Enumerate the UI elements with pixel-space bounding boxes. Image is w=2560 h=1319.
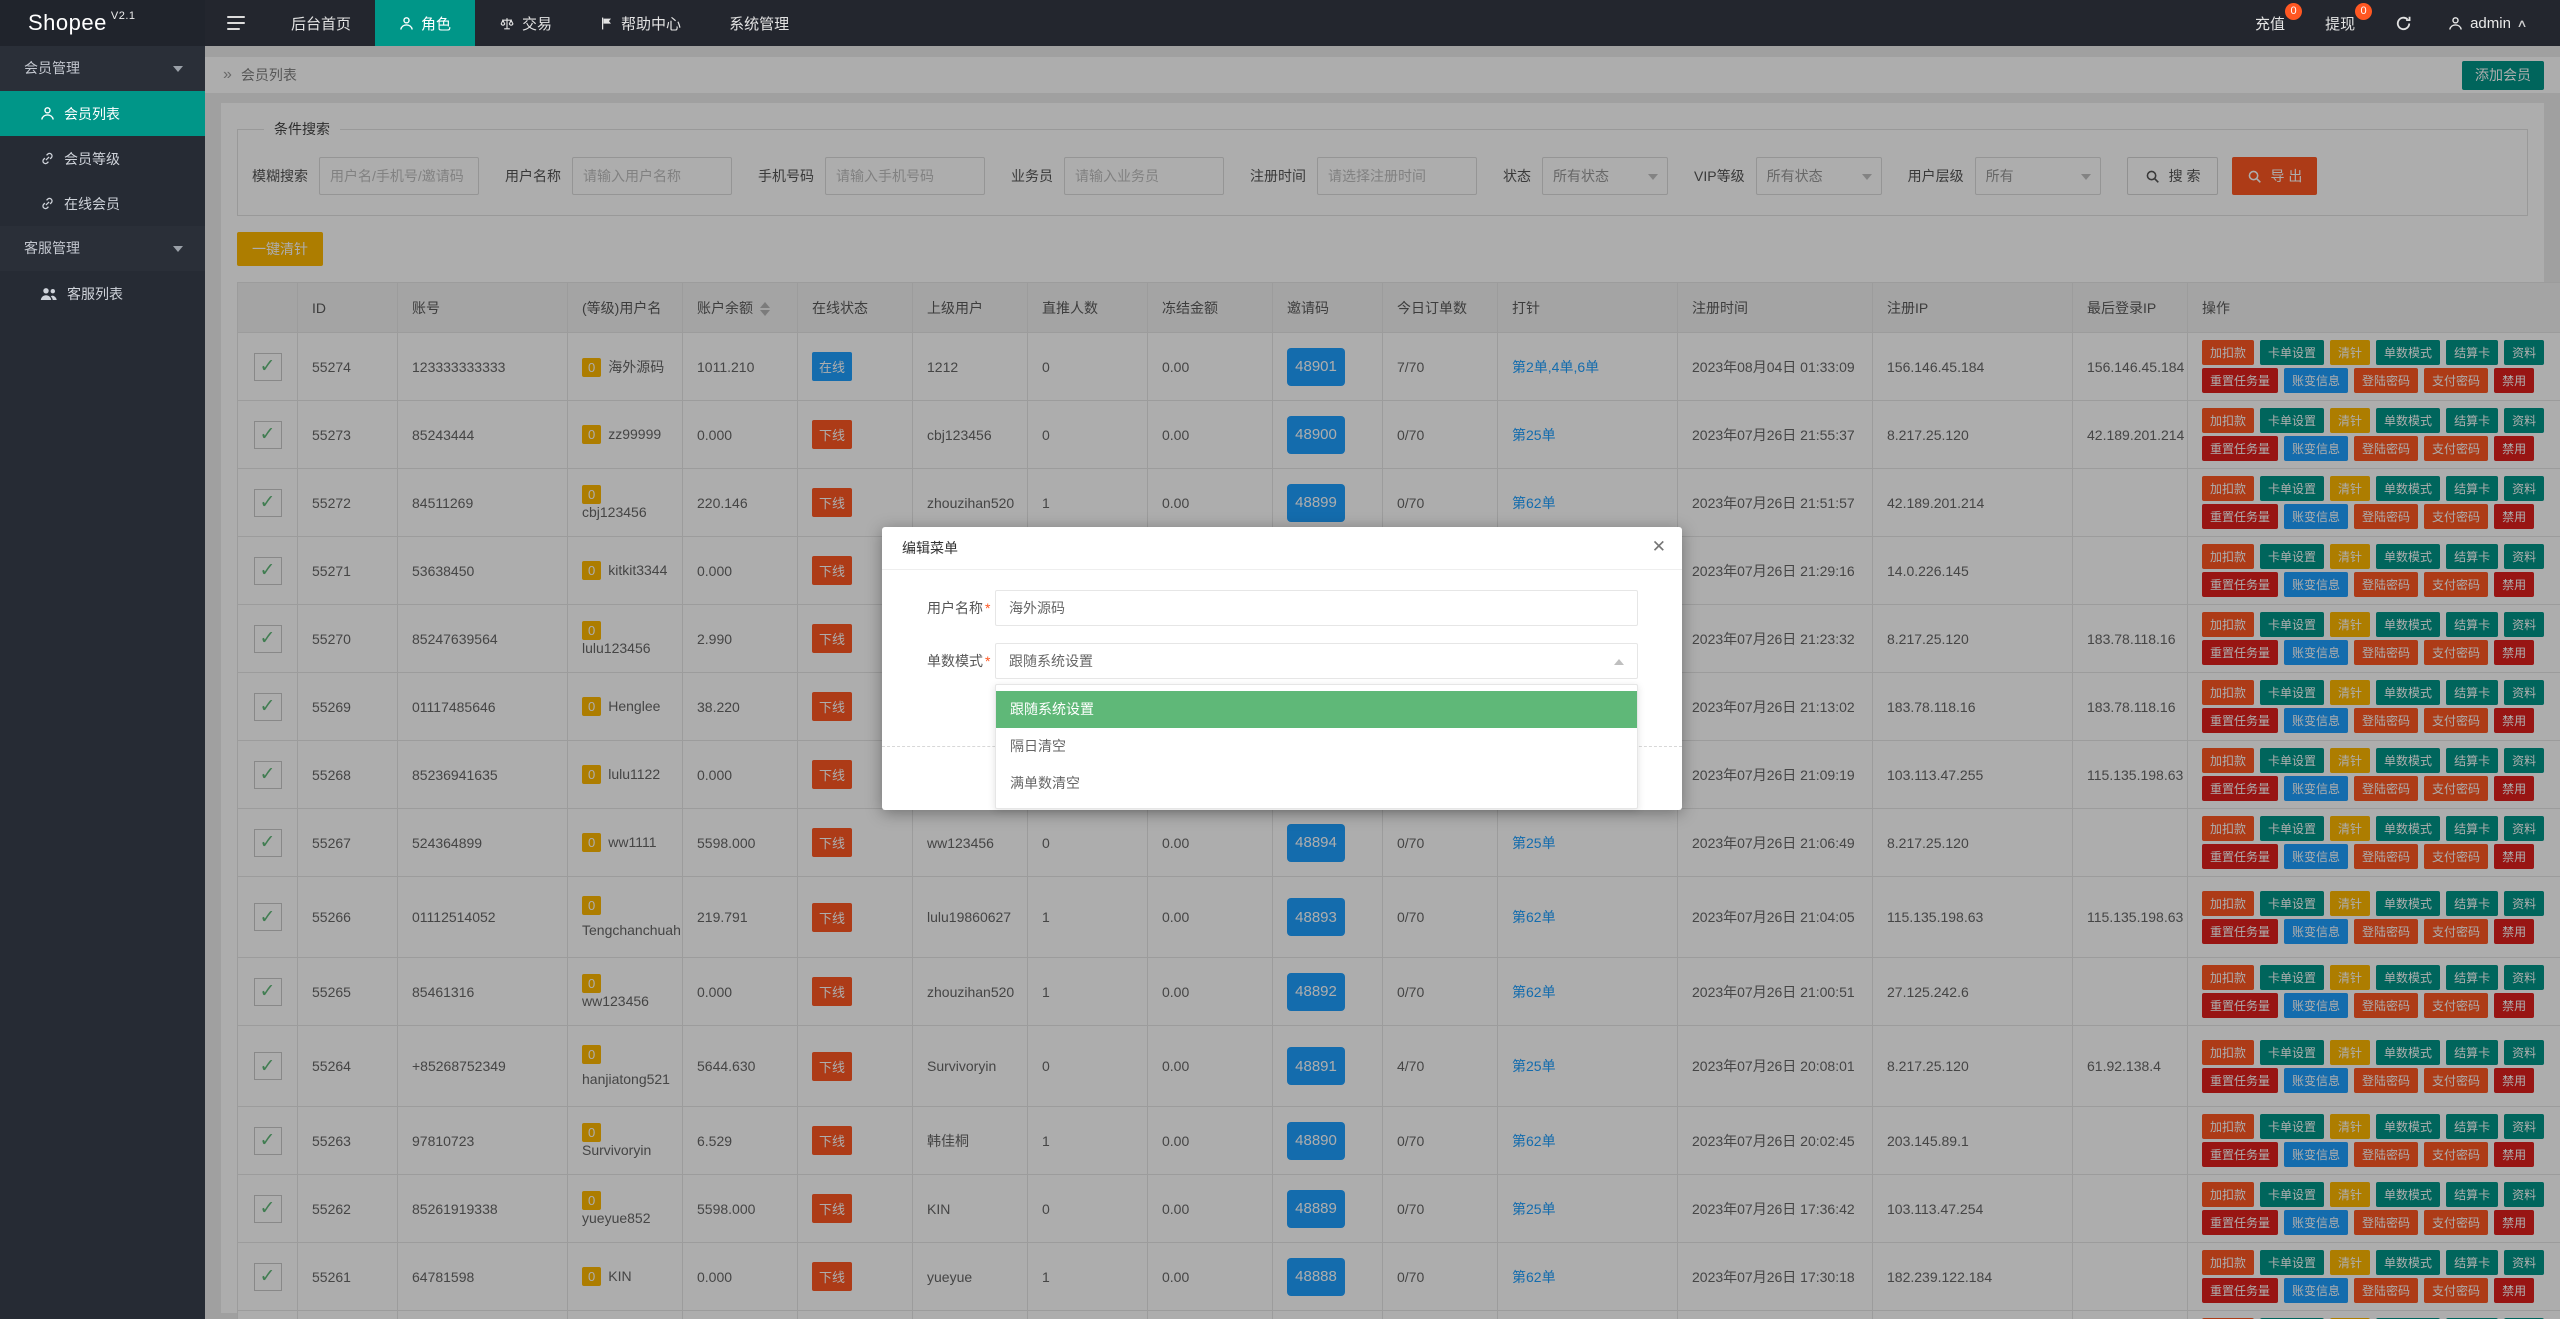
recharge-link[interactable]: 充值 0 [2255,2,2303,34]
required-asterisk: * [985,600,991,616]
username-field-label: 用户名称 * [927,600,991,616]
sidebar-item-label: 会员等级 [64,150,120,167]
refresh-icon[interactable] [2395,15,2412,32]
username-input[interactable] [995,590,1638,626]
close-icon[interactable]: ✕ [1652,537,1666,557]
order-mode-select[interactable]: 跟随系统设置 [995,643,1638,679]
sidebar-item-label: 会员列表 [64,105,120,122]
link-icon [40,196,55,211]
app-logo-text: Shopee [28,10,107,35]
flag-icon [600,16,614,31]
recharge-label: 充值 [2255,15,2286,33]
caret-up-icon: ∧ [2516,17,2528,30]
order-mode-dropdown: 跟随系统设置 隔日清空 满单数清空 [995,684,1638,809]
withdraw-link[interactable]: 提现 0 [2325,2,2373,34]
required-asterisk: * [985,653,991,669]
burger-icon [227,16,245,30]
app-version: V2.1 [110,10,136,22]
user-icon [2448,16,2463,31]
sidebar-item-member-level[interactable]: 会员等级 [0,136,205,181]
navbar-right: 充值 0 提现 0 admin ∧ [2255,0,2560,46]
sidebar-group-service-management[interactable]: 客服管理 [0,226,205,271]
link-icon [40,151,55,166]
order-mode-field-row: 单数模式 * 跟随系统设置 [927,643,1642,679]
sidebar-item-label: 客服列表 [67,285,123,302]
scales-icon [499,16,515,31]
app-logo: Shopee V2.1 [0,0,205,46]
person-icon [40,106,55,121]
dropdown-option[interactable]: 满单数清空 [996,765,1637,802]
dropdown-option[interactable]: 隔日清空 [996,728,1637,765]
nav-item-label: 后台首页 [291,15,352,33]
user-menu[interactable]: admin ∧ [2448,14,2528,32]
withdraw-label: 提现 [2325,15,2356,33]
nav-item-home[interactable]: 后台首页 [267,0,375,46]
person-icon [399,16,414,31]
sidebar-item-online-members[interactable]: 在线会员 [0,181,205,226]
nav-item-label: 帮助中心 [621,15,682,33]
sidebar-item-label: 在线会员 [64,195,120,212]
order-mode-field-label: 单数模式 * [927,653,991,669]
nav-item-label: 系统管理 [729,15,790,33]
sidebar-group-member-management[interactable]: 会员管理 [0,46,205,91]
refresh-icon [2395,15,2412,32]
recharge-badge: 0 [2285,2,2303,20]
nav-item-label: 交易 [522,15,553,33]
username-field-row: 用户名称 * [927,590,1642,626]
nav-item-role[interactable]: 角色 [375,0,476,46]
nav-item-help-center[interactable]: 帮助中心 [576,0,705,46]
main-nav: 后台首页 角色 交易 帮助中心 系统管理 [267,0,813,46]
withdraw-badge: 0 [2355,2,2373,20]
sidebar-item-service-list[interactable]: 客服列表 [0,271,205,316]
dropdown-option[interactable]: 跟随系统设置 [996,691,1637,728]
modal-title: 编辑菜单 [882,527,1682,570]
chevron-down-icon [173,66,183,72]
menu-toggle-icon[interactable] [205,0,267,46]
order-mode-selected-value: 跟随系统设置 [1009,653,1093,669]
nav-item-label: 角色 [421,15,452,33]
top-navbar: Shopee V2.1 后台首页 角色 交易 帮助中心 系统管理 充值 0 提现 0 ad… [0,0,2560,46]
sidebar-item-member-list[interactable]: 会员列表 [0,91,205,136]
nav-item-system[interactable]: 系统管理 [705,0,813,46]
people-icon [40,287,58,301]
user-name: admin [2470,14,2511,32]
nav-item-trade[interactable]: 交易 [475,0,576,46]
chevron-down-icon [173,246,183,252]
sidebar: 会员管理会员列表会员等级在线会员客服管理客服列表 [0,46,205,1319]
edit-menu-modal: 编辑菜单 ✕ 用户名称* 单数模式* 跟随系统设置 跟随系统设置隔日清空满单数清… [882,527,1682,810]
caret-up-icon [1614,659,1624,665]
